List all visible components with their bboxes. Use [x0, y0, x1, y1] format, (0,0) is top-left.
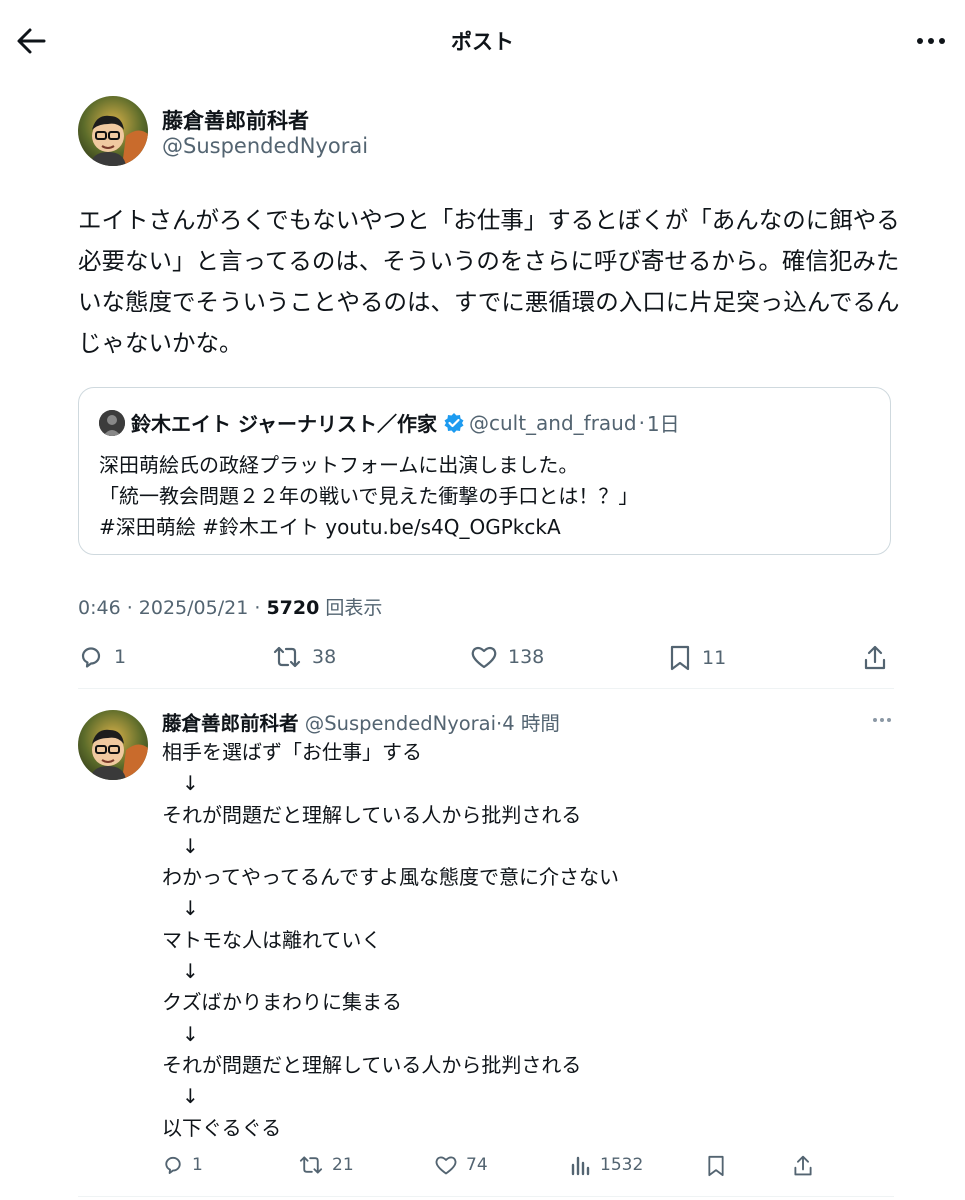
like-button[interactable]: 138: [470, 644, 544, 670]
reply-reply-count: 1: [192, 1155, 203, 1175]
quoted-post-text: 深田萌絵氏の政経プラットフォームに出演しました。 「統一教会問題２２年の戦いで見…: [99, 453, 639, 539]
repost-icon: [273, 646, 301, 668]
post-views-count: 5720: [266, 597, 320, 619]
reply-icon: [81, 647, 101, 668]
post-meta: 0:46 · 2025/05/21 · 5720 回表示: [78, 597, 383, 619]
share-icon: [794, 1155, 812, 1176]
reply-repost-button[interactable]: 21: [298, 1154, 354, 1176]
reply-like-button[interactable]: 74: [434, 1154, 488, 1176]
reply-button[interactable]: 1: [78, 644, 126, 670]
reply-author-handle[interactable]: @SuspendedNyorai: [305, 712, 496, 735]
reply-reply-button[interactable]: 1: [162, 1154, 203, 1176]
verified-badge-icon: [443, 412, 465, 434]
reply-views-button[interactable]: 1532: [570, 1154, 643, 1176]
avatar-image: [78, 710, 148, 780]
quoted-post-header: 鈴木エイト ジャーナリスト／作家 @cult_and_fraud · 1日: [99, 408, 680, 437]
reply-bookmark-button[interactable]: [706, 1154, 726, 1178]
repost-icon: [299, 1156, 323, 1174]
bookmark-count: 11: [702, 647, 727, 669]
bookmark-icon: [708, 1155, 724, 1177]
reply-views-count: 1532: [600, 1155, 644, 1175]
quoted-author-name: 鈴木エイト ジャーナリスト／作家: [131, 412, 437, 436]
post-time: 0:46: [78, 597, 121, 619]
post-text: エイトさんがろくでもないやつと「お仕事」するとぼくが「あんなのに餌やる必要ない」…: [78, 206, 900, 357]
reply-author-name[interactable]: 藤倉善郎前科者: [162, 712, 299, 735]
bookmark-icon: [670, 645, 690, 671]
reply-text: 相手を選ばず「お仕事」する ↓ それが問題だと理解している人から批判される ↓ …: [162, 740, 619, 1140]
quoted-author-handle: @cult_and_fraud: [468, 410, 637, 435]
divider: [78, 1196, 894, 1197]
author-name[interactable]: 藤倉善郎前科者: [162, 105, 309, 135]
divider: [78, 688, 894, 689]
heart-icon: [435, 1156, 457, 1175]
quoted-time: 1日: [646, 412, 680, 436]
reply-icon: [165, 1156, 181, 1174]
author-avatar[interactable]: [78, 96, 148, 166]
post-date: 2025/05/21: [138, 597, 249, 619]
reply-header: 藤倉善郎前科者 @SuspendedNyorai·4 時間: [162, 707, 560, 736]
more-icon: [873, 718, 891, 722]
bookmark-button[interactable]: 11: [668, 644, 726, 672]
like-count: 138: [508, 646, 545, 668]
author-handle[interactable]: @SuspendedNyorai: [162, 134, 368, 158]
repost-button[interactable]: 38: [272, 644, 336, 670]
quoted-author-avatar: [99, 409, 125, 436]
reply-time: 4 時間: [502, 712, 560, 735]
quoted-dot: ·: [638, 410, 645, 435]
page-title: ポスト: [451, 30, 514, 54]
post-views-label: 回表示: [325, 597, 383, 619]
reply-like-count: 74: [466, 1155, 488, 1175]
more-icon: [917, 38, 945, 44]
repost-count: 38: [312, 646, 337, 668]
quoted-post-card[interactable]: 鈴木エイト ジャーナリスト／作家 @cult_and_fraud · 1日 深田…: [78, 387, 891, 555]
reply-repost-count: 21: [332, 1155, 354, 1175]
reply-count: 1: [114, 646, 127, 668]
heart-icon: [471, 646, 497, 669]
reply-share-button[interactable]: [792, 1154, 814, 1178]
share-icon: [864, 645, 886, 670]
reply-author-avatar[interactable]: [78, 710, 148, 780]
reply-more-button[interactable]: [870, 708, 894, 732]
more-button[interactable]: [914, 26, 948, 56]
share-button[interactable]: [862, 644, 888, 672]
analytics-icon: [571, 1156, 590, 1176]
avatar-image: [78, 96, 148, 166]
